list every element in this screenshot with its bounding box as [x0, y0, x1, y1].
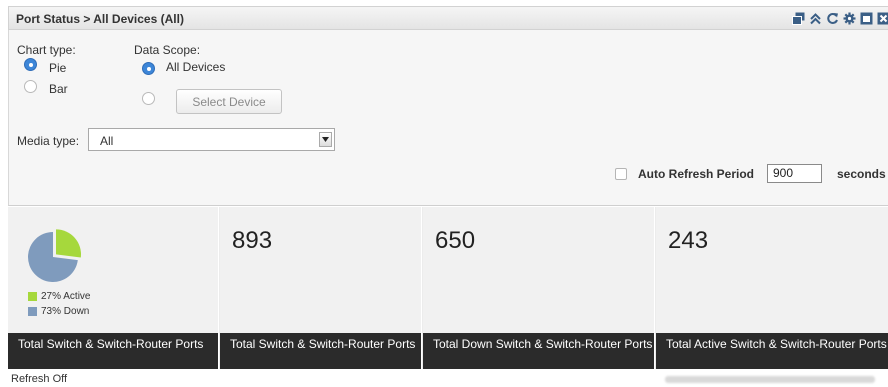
- legend-swatch-active: [28, 292, 37, 301]
- auto-refresh-period-input[interactable]: 900: [767, 164, 822, 183]
- media-type-label: Media type:: [17, 134, 80, 148]
- portlet-header: Port Status > All Devices (All): [8, 6, 888, 30]
- legend-label-down: 73% Down: [41, 306, 90, 317]
- auto-refresh-checkbox[interactable]: [615, 168, 627, 180]
- port-status-pie-chart: [27, 229, 82, 282]
- legend-item-active: 27% Active: [28, 291, 90, 302]
- down-ports-caption: Total Down Switch & Switch-Router Ports: [423, 333, 654, 369]
- status-bar: Refresh Off: [0, 369, 888, 387]
- down-ports-value: 650: [435, 227, 476, 254]
- copy-icon[interactable]: [791, 11, 805, 25]
- auto-refresh-label: Auto Refresh Period: [638, 167, 755, 181]
- gear-icon[interactable]: [842, 11, 856, 25]
- summary-tiles: 27% Active 73% Down Total Switch & Switc…: [8, 207, 888, 369]
- active-ports-caption: Total Active Switch & Switch-Router Port…: [656, 333, 888, 369]
- legend-item-down: 73% Down: [28, 306, 89, 317]
- refresh-icon[interactable]: [825, 11, 839, 25]
- data-scope-all-label: All Devices: [166, 60, 226, 74]
- pie-slice-active[interactable]: [56, 229, 82, 258]
- media-type-select[interactable]: All: [88, 128, 335, 151]
- chart-type-bar-label: Bar: [49, 82, 68, 96]
- chart-type-pie-radio[interactable]: [24, 58, 37, 71]
- chart-type-label: Chart type:: [17, 43, 76, 57]
- total-ports-value: 893: [232, 227, 273, 254]
- active-ports-tile[interactable]: 243 Total Active Switch & Switch-Router …: [656, 207, 888, 369]
- portlet-tools: [791, 11, 888, 25]
- chart-type-pie-label: Pie: [49, 61, 67, 75]
- select-device-button[interactable]: Select Device: [176, 89, 282, 114]
- maximize-icon[interactable]: [859, 11, 873, 25]
- chart-type-bar-radio[interactable]: [24, 80, 37, 93]
- data-scope-label: Data Scope:: [134, 43, 201, 57]
- media-type-value: All: [100, 134, 114, 148]
- pie-chart-tile: 27% Active 73% Down Total Switch & Switc…: [8, 207, 219, 369]
- collapse-up-icon[interactable]: [808, 11, 822, 25]
- portlet-title: Port Status > All Devices (All): [16, 12, 184, 26]
- active-ports-value: 243: [668, 227, 709, 254]
- total-ports-tile[interactable]: 893 Total Switch & Switch-Router Ports: [220, 207, 422, 369]
- legend-swatch-down: [28, 307, 37, 316]
- data-scope-select-radio[interactable]: [142, 92, 155, 105]
- down-ports-tile[interactable]: 650 Total Down Switch & Switch-Router Po…: [423, 207, 655, 369]
- legend-label-active: 27% Active: [41, 291, 91, 302]
- refresh-status: Refresh Off: [11, 373, 68, 385]
- seconds-label: seconds: [837, 167, 886, 181]
- chevron-down-icon[interactable]: [319, 132, 332, 147]
- data-scope-all-radio[interactable]: [142, 62, 155, 75]
- total-ports-caption: Total Switch & Switch-Router Ports: [220, 333, 421, 369]
- close-icon[interactable]: [876, 11, 888, 25]
- options-panel: Chart type: Pie Bar Data Scope: All Devi…: [8, 30, 888, 206]
- pie-tile-caption: Total Switch & Switch-Router Ports: [8, 333, 218, 369]
- last-updated-redacted: [665, 376, 875, 383]
